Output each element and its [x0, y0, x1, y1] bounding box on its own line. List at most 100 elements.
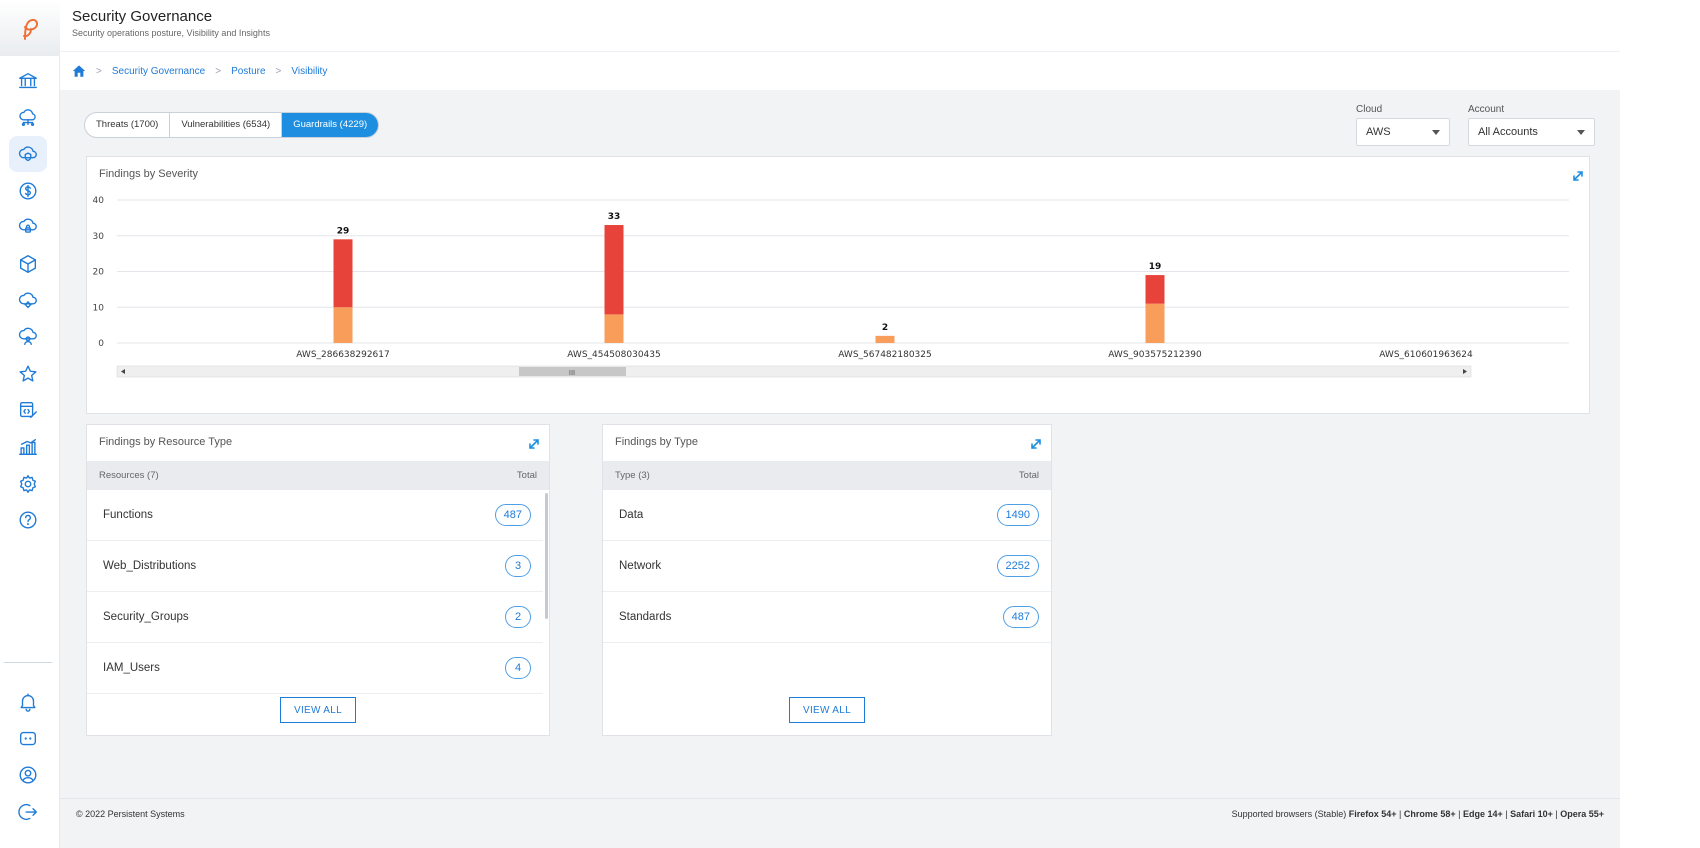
account-filter-label: Account: [1468, 104, 1505, 115]
table-row[interactable]: IAM_Users 4: [87, 643, 543, 694]
bar-segment: [875, 335, 895, 343]
breadcrumb-visibility[interactable]: Visibility: [291, 66, 327, 77]
cloud-select[interactable]: AWS: [1356, 118, 1450, 146]
view-all-resources-button[interactable]: VIEW ALL: [280, 697, 356, 723]
settings-icon: [19, 474, 37, 493]
scrollbar[interactable]: [545, 493, 548, 619]
sidebar-item-star[interactable]: [9, 356, 47, 392]
expand-icon[interactable]: [527, 436, 541, 450]
cloud-gear-icon: [18, 292, 37, 308]
bar-segment: [333, 307, 353, 343]
table-row[interactable]: Standards 487: [603, 592, 1051, 643]
total-badge[interactable]: 4: [505, 657, 531, 679]
sidebar-item-bell[interactable]: [9, 684, 47, 720]
x-tick-label: AWS_567482180325: [838, 350, 932, 360]
findings-by-type-card: Findings by Type Type (3) Total Data 149…: [602, 424, 1052, 736]
row-label: Functions: [103, 509, 153, 521]
type-table-header: Type (3) Total: [603, 461, 1051, 490]
table-row[interactable]: Web_Distributions 3: [87, 541, 543, 592]
page-header: Security Governance Security operations …: [60, 0, 1620, 52]
tab-vulnerabilities[interactable]: Vulnerabilities (6534): [170, 113, 283, 137]
analytics-icon: [19, 438, 37, 456]
expand-icon[interactable]: [1029, 436, 1043, 450]
app-logo[interactable]: [0, 0, 60, 56]
sidebar-item-chat[interactable]: [9, 721, 47, 757]
findings-by-severity-card: Findings by Severity 0 10 20 30 40 29 AWS_2866…: [86, 156, 1590, 414]
sidebar-item-code-edit[interactable]: [9, 392, 47, 428]
browser-opera: Opera 55+: [1560, 809, 1604, 819]
tab-guardrails[interactable]: Guardrails (4229): [282, 113, 379, 137]
sidebar-item-cloud-shield[interactable]: [9, 136, 47, 173]
sidebar-item-cloud-lock[interactable]: [9, 209, 47, 245]
sidebar-item-cloud-users[interactable]: [9, 319, 47, 355]
page-footer: © 2022 Persistent Systems Supported brow…: [60, 798, 1620, 828]
star-icon: [19, 365, 37, 382]
bell-icon: [20, 693, 36, 712]
total-badge[interactable]: 2252: [996, 555, 1039, 577]
caret-down-icon: [1432, 129, 1440, 135]
row-label: Data: [619, 509, 644, 521]
type-table-body: Data 1490 Network 2252 Standards 487: [603, 490, 1051, 643]
sidebar-item-help[interactable]: [9, 502, 47, 538]
y-tick-label: 20: [93, 268, 105, 278]
sidebar: [0, 0, 60, 848]
y-tick-label: 0: [98, 339, 104, 349]
table-row[interactable]: Functions 487: [87, 490, 543, 541]
sidebar-item-logout[interactable]: [9, 794, 47, 830]
user-icon: [19, 766, 37, 784]
sidebar-item-cloud-gear[interactable]: [9, 283, 47, 319]
table-row[interactable]: Data 1490: [603, 490, 1051, 541]
resource-card-title: Findings by Resource Type: [99, 436, 233, 448]
total-badge[interactable]: 3: [505, 555, 531, 577]
type-column-header: Type (3): [615, 470, 650, 481]
total-badge[interactable]: 1490: [996, 504, 1039, 526]
total-badge[interactable]: 2: [505, 606, 531, 628]
sidebar-item-bank[interactable]: [9, 63, 47, 99]
account-filter: Account All Accounts: [1468, 104, 1595, 146]
bank-icon: [19, 72, 37, 89]
cube-icon: [19, 255, 37, 273]
sidebar-item-cloud-network[interactable]: [9, 100, 47, 136]
cloud-network-icon: [19, 108, 36, 126]
page-subtitle: Security operations posture, Visibility …: [72, 28, 270, 38]
app-root: Security Governance Security operations …: [0, 0, 1700, 848]
bar-segment: [1145, 275, 1165, 304]
breadcrumb-security-governance[interactable]: Security Governance: [112, 66, 205, 77]
cloud-filter-label: Cloud: [1356, 104, 1383, 115]
sidebar-item-analytics[interactable]: [9, 429, 47, 465]
sidebar-item-dollar-circle[interactable]: [9, 173, 47, 209]
browser-edge: Edge 14+: [1462, 809, 1503, 819]
home-icon[interactable]: [72, 64, 86, 78]
sidebar-item-settings[interactable]: [9, 466, 47, 502]
cloud-users-icon: [18, 327, 37, 346]
bar-total-label: 33: [608, 212, 621, 222]
scroll-thumb-grip: III: [569, 369, 575, 377]
persistent-logo-icon: [23, 18, 38, 40]
cloud-filter: Cloud AWS: [1356, 104, 1450, 146]
y-tick-label: 40: [93, 196, 105, 206]
type-card-title: Findings by Type: [615, 436, 698, 448]
copyright-text: © 2022 Persistent Systems: [76, 809, 185, 819]
sidebar-item-cube[interactable]: [9, 246, 47, 282]
account-select[interactable]: All Accounts: [1468, 118, 1595, 146]
breadcrumb-posture[interactable]: Posture: [231, 66, 265, 77]
findings-by-resource-type-card: Findings by Resource Type Resources (7) …: [86, 424, 550, 736]
resource-column-header: Resources (7): [99, 470, 159, 481]
x-tick-label: AWS_454508030435: [567, 350, 661, 360]
table-row[interactable]: Security_Groups 2: [87, 592, 543, 643]
tab-threats[interactable]: Threats (1700): [85, 113, 171, 137]
x-tick-label: AWS_286638292617: [296, 350, 390, 360]
supported-browsers: Supported browsers (Stable) Firefox 54+ …: [1231, 809, 1604, 819]
table-row[interactable]: Network 2252: [603, 541, 1051, 592]
bar-segment: [333, 239, 353, 308]
total-badge[interactable]: 487: [1002, 606, 1039, 628]
breadcrumb: > Security Governance > Posture > Visibi…: [60, 52, 1620, 90]
right-gutter: [1620, 0, 1700, 848]
sidebar-item-user[interactable]: [9, 757, 47, 793]
chevron-right-icon: >: [275, 65, 282, 77]
severity-chart: 0 10 20 30 40 29 AWS_286638292617 33 AWS_4545080…: [93, 196, 1569, 378]
total-badge[interactable]: 487: [494, 504, 531, 526]
cloud-shield-icon: [18, 146, 37, 162]
view-all-types-button[interactable]: VIEW ALL: [789, 697, 865, 723]
sidebar-divider: [4, 662, 52, 663]
